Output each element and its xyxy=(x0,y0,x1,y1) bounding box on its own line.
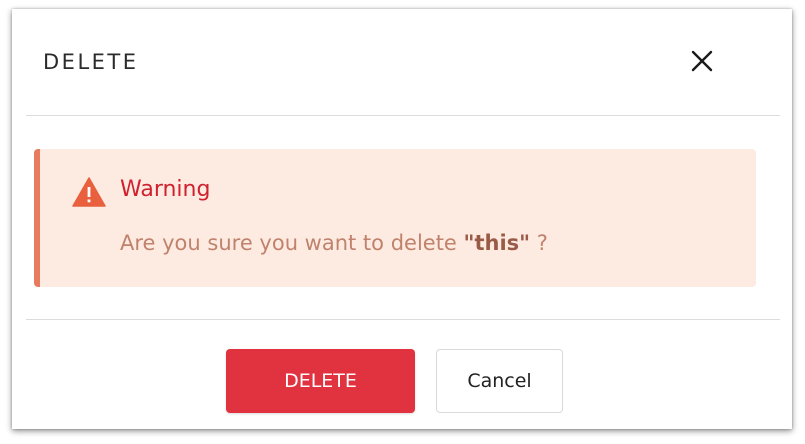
cancel-button[interactable]: Cancel xyxy=(436,349,563,413)
close-icon xyxy=(691,50,713,72)
warning-alert: Warning Are you sure you want to delete … xyxy=(34,149,756,287)
footer-divider xyxy=(26,319,780,320)
delete-dialog: DELETE Warning Are you sure you want to … xyxy=(12,9,792,429)
message-prefix: Are you sure you want to delete xyxy=(120,231,464,255)
message-target: "this" xyxy=(463,231,531,255)
alert-message: Are you sure you want to delete "this" ? xyxy=(120,231,548,255)
dialog-title: DELETE xyxy=(43,50,139,74)
close-button[interactable] xyxy=(686,45,718,77)
header-divider xyxy=(26,115,780,116)
warning-triangle-icon xyxy=(72,177,106,207)
delete-button[interactable]: DELETE xyxy=(226,349,415,413)
alert-title: Warning xyxy=(120,177,211,202)
message-suffix: ? xyxy=(530,231,548,255)
